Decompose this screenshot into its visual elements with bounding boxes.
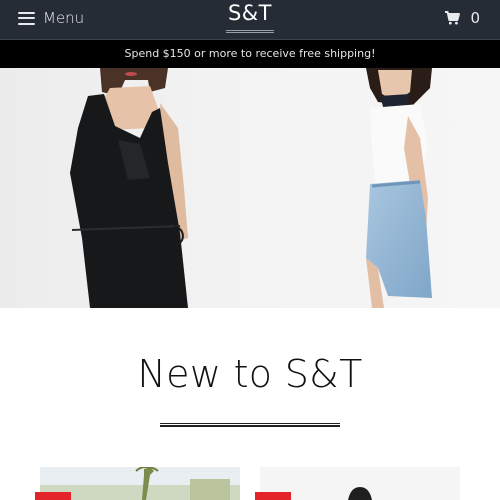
shopping-cart-icon	[445, 11, 461, 25]
sale-badge	[255, 492, 291, 500]
site-logo[interactable]: S&T	[0, 1, 500, 25]
title-divider	[160, 423, 340, 427]
hero-image[interactable]	[0, 68, 500, 308]
cart-count: 0	[470, 9, 480, 27]
promo-banner: Spend $150 or more to receive free shipp…	[0, 40, 500, 68]
section-title: New to S&T	[137, 352, 363, 396]
cart-button[interactable]: 0	[445, 9, 480, 27]
logo-underline	[226, 30, 274, 33]
hero-illustration	[0, 68, 500, 308]
site-header: Menu S&T 0	[0, 0, 500, 40]
sale-badge	[35, 492, 71, 500]
